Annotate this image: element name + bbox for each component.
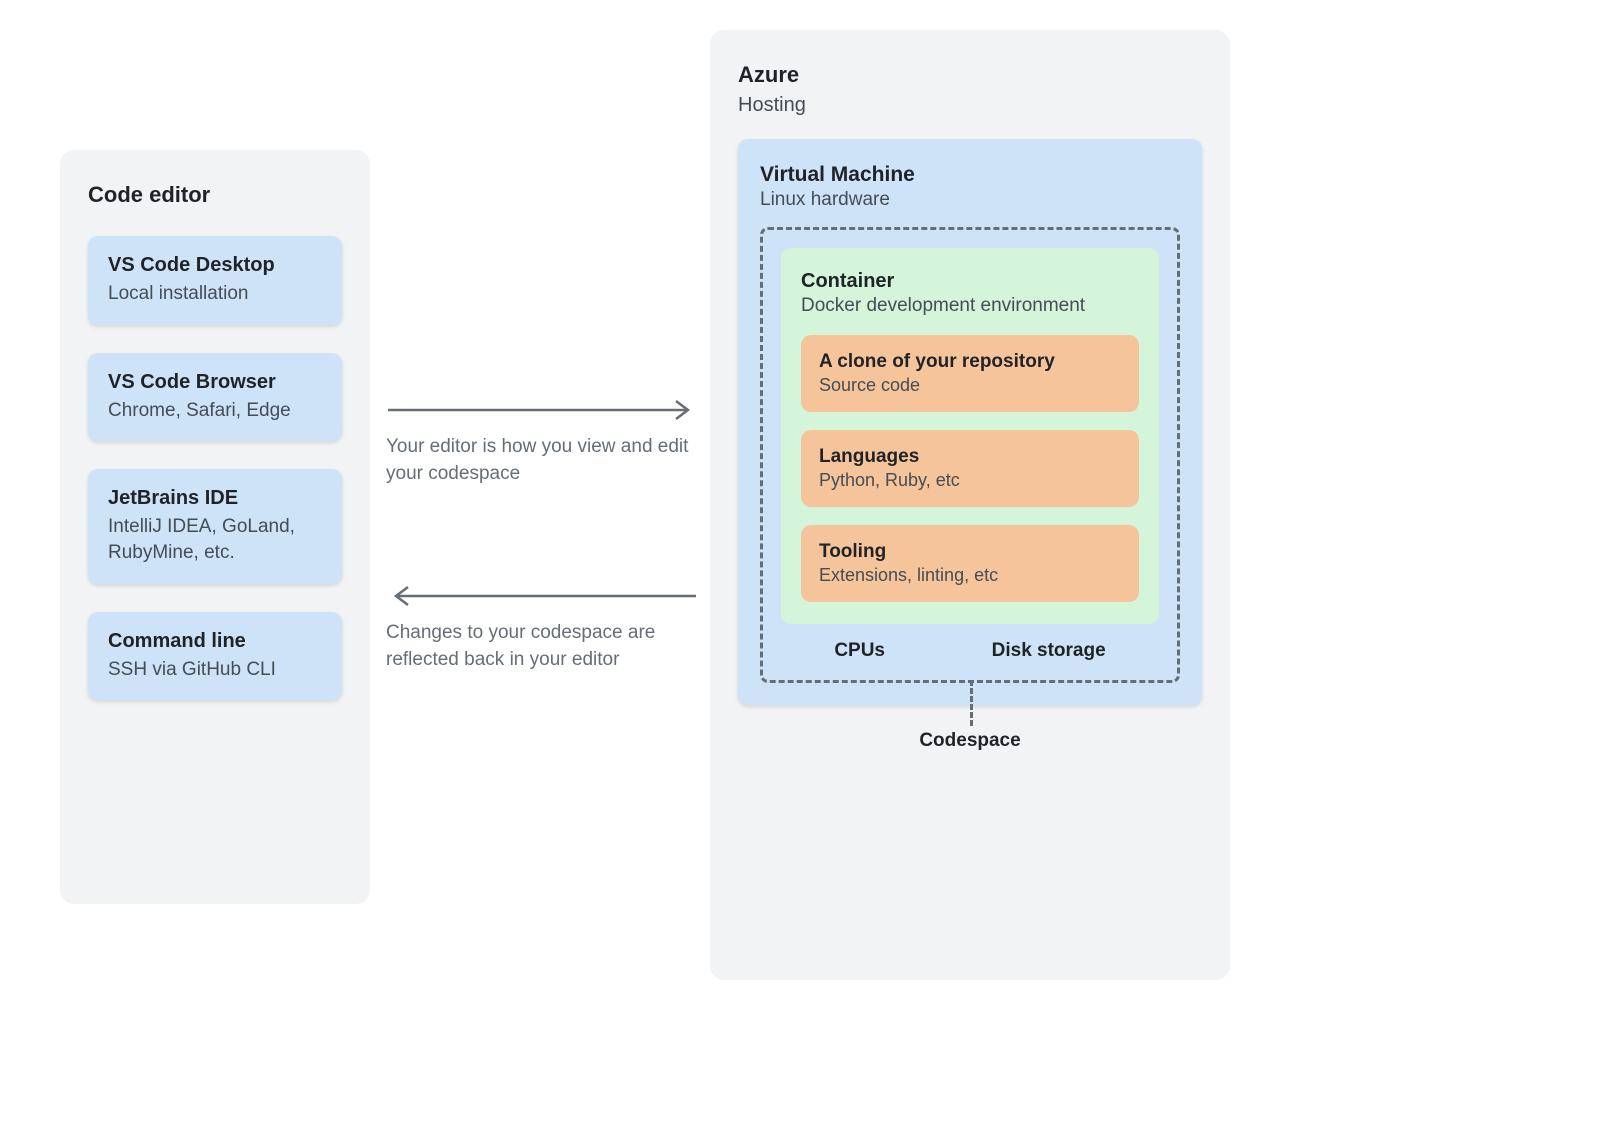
arrow-left-icon xyxy=(386,582,698,610)
container-sub: Docker development environment xyxy=(801,295,1139,317)
arrow-forward-text: Your editor is how you view and edit you… xyxy=(386,434,698,487)
arrow-forward-block: Your editor is how you view and edit you… xyxy=(386,396,698,487)
codespace-dashed-box: Container Docker development environment… xyxy=(760,227,1180,683)
inner-card-repo: A clone of your repository Source code xyxy=(801,335,1139,412)
inner-sub: Source code xyxy=(819,375,1121,396)
card-title: JetBrains IDE xyxy=(108,487,322,510)
card-title: VS Code Desktop xyxy=(108,254,322,277)
hardware-row: CPUs Disk storage xyxy=(781,640,1159,662)
container-box: Container Docker development environment… xyxy=(781,248,1159,624)
card-title: Command line xyxy=(108,630,322,653)
arrow-back-text: Changes to your codespace are reflected … xyxy=(386,620,698,673)
inner-title: Languages xyxy=(819,446,1121,468)
editor-card-vscode-browser: VS Code Browser Chrome, Safari, Edge xyxy=(88,353,342,442)
card-title: VS Code Browser xyxy=(108,371,322,394)
arrow-right-icon xyxy=(386,396,698,424)
editor-card-vscode-desktop: VS Code Desktop Local installation xyxy=(88,236,342,325)
azure-title: Azure xyxy=(738,62,1202,88)
vm-title: Virtual Machine xyxy=(760,163,1180,187)
inner-title: A clone of your repository xyxy=(819,351,1121,373)
arrow-back-block: Changes to your codespace are reflected … xyxy=(386,582,698,673)
hw-cpus: CPUs xyxy=(834,640,885,662)
hw-disk: Disk storage xyxy=(992,640,1106,662)
card-sub: IntelliJ IDEA, GoLand, RubyMine, etc. xyxy=(108,514,322,565)
code-editor-panel: Code editor VS Code Desktop Local instal… xyxy=(60,150,370,904)
editor-card-cli: Command line SSH via GitHub CLI xyxy=(88,612,342,701)
code-editor-title: Code editor xyxy=(88,182,342,208)
vm-box: Virtual Machine Linux hardware Container… xyxy=(738,139,1202,705)
azure-sub: Hosting xyxy=(738,94,1202,117)
inner-card-languages: Languages Python, Ruby, etc xyxy=(801,430,1139,507)
card-sub: SSH via GitHub CLI xyxy=(108,657,322,683)
inner-sub: Extensions, linting, etc xyxy=(819,565,1121,586)
container-title: Container xyxy=(801,270,1139,293)
codespace-connector-line xyxy=(970,680,973,726)
inner-title: Tooling xyxy=(819,541,1121,563)
card-sub: Chrome, Safari, Edge xyxy=(108,398,322,424)
inner-sub: Python, Ruby, etc xyxy=(819,470,1121,491)
azure-panel: Azure Hosting Virtual Machine Linux hard… xyxy=(710,30,1230,980)
vm-sub: Linux hardware xyxy=(760,189,1180,211)
inner-card-tooling: Tooling Extensions, linting, etc xyxy=(801,525,1139,602)
codespace-label: Codespace xyxy=(919,730,1020,752)
editor-card-jetbrains: JetBrains IDE IntelliJ IDEA, GoLand, Rub… xyxy=(88,469,342,583)
card-sub: Local installation xyxy=(108,281,322,307)
